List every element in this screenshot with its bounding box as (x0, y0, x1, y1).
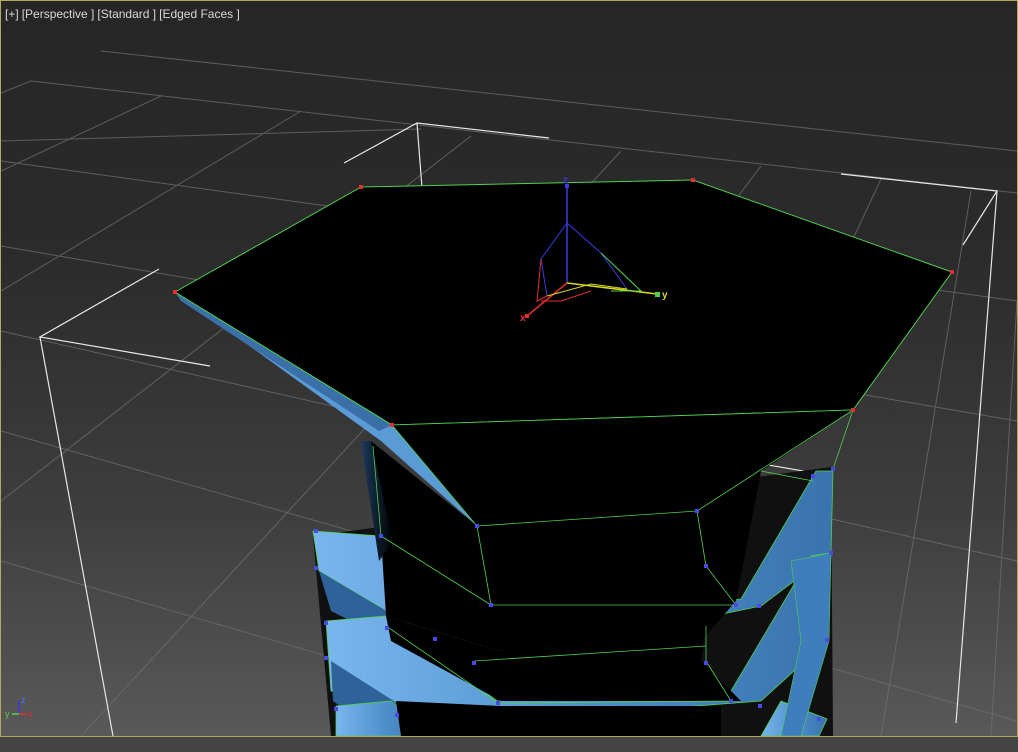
gizmo-z-label: z (563, 175, 568, 186)
hex-bolt-head[interactable] (174, 179, 953, 526)
gizmo-y-label: y (662, 290, 668, 301)
tripod-y-label: y (5, 709, 10, 719)
viewport-point-of-view-menu[interactable]: [Perspective ] (22, 7, 95, 21)
viewport-shading-style-menu[interactable]: [Standard ] (97, 7, 156, 21)
world-axis-tripod: z x y (5, 695, 33, 719)
tripod-z-label: z (21, 695, 26, 705)
perspective-viewport[interactable]: y x z [+] [Perspective ] [Standard ] [Edged… (0, 0, 1018, 737)
viewport-menu-plus[interactable]: [+] (5, 7, 19, 21)
viewport-display-mode-menu[interactable]: [Edged Faces ] (159, 7, 240, 21)
gizmo-x-label: x (520, 313, 526, 324)
bottom-status-strip (0, 737, 1018, 752)
tripod-x-label: x (28, 709, 33, 719)
viewport-scene[interactable]: y x z (1, 1, 1017, 736)
hex-head-top-face (174, 179, 953, 426)
viewport-label-menu[interactable]: [+] [Perspective ] [Standard ] [Edged Faces… (5, 7, 243, 21)
